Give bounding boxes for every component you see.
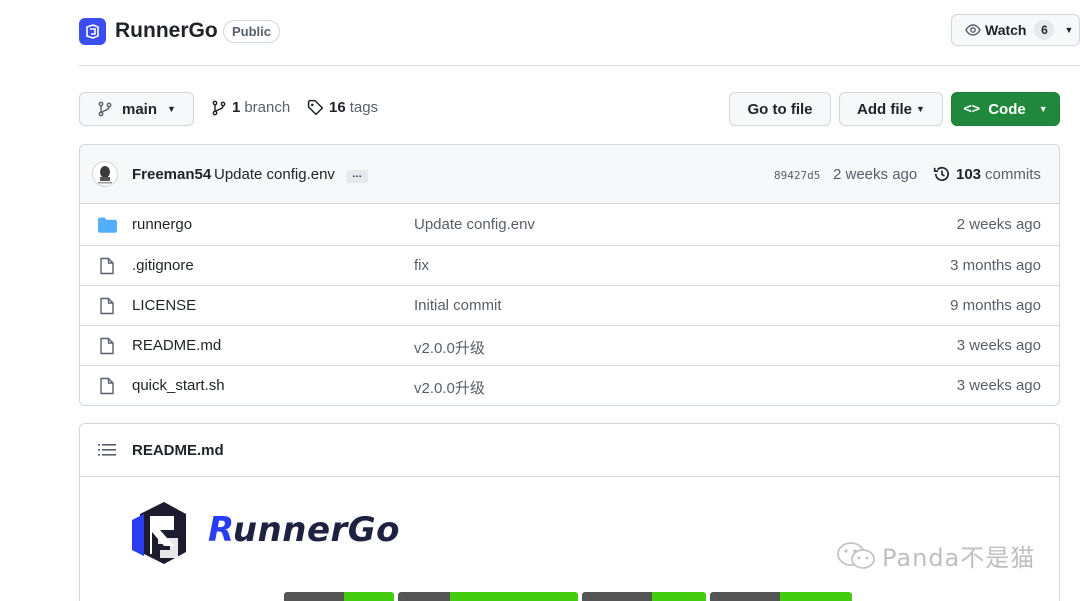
- brand-wordmark: RunnerGo: [208, 510, 400, 550]
- brand-rest: unnerGo: [232, 510, 401, 550]
- file-name-link[interactable]: runnergo: [132, 216, 192, 233]
- file-row[interactable]: .gitignore fix 3 months ago: [80, 245, 1059, 285]
- file-name-link[interactable]: .gitignore: [132, 257, 194, 274]
- file-time: 9 months ago: [950, 297, 1041, 314]
- readme-title[interactable]: README.md: [132, 442, 224, 459]
- file-name-link[interactable]: README.md: [132, 337, 221, 354]
- readme-badge[interactable]: [582, 592, 706, 601]
- file-time: 2 weeks ago: [956, 216, 1041, 233]
- add-file-button[interactable]: Add file ▼: [839, 92, 943, 126]
- wechat-icon: [836, 541, 876, 571]
- history-icon: [933, 165, 951, 183]
- tag-icon: [307, 99, 324, 116]
- tag-label: tags: [349, 99, 379, 116]
- file-time: 3 weeks ago: [956, 337, 1041, 354]
- tags-link[interactable]: 16 tags: [307, 99, 378, 116]
- file-list: Freeman54 Update config.env … 89427d5 2 …: [79, 144, 1060, 406]
- tag-count: 16: [329, 99, 346, 116]
- commit-time: 2 weeks ago: [833, 166, 918, 183]
- commit-label: commits: [985, 165, 1041, 183]
- branch-label: branch: [244, 99, 291, 116]
- commit-message-link[interactable]: Update config.env: [214, 166, 335, 183]
- folder-icon: [97, 216, 117, 234]
- file-commit-link[interactable]: fix: [414, 257, 429, 274]
- file-commit-link[interactable]: v2.0.0升级: [414, 337, 485, 358]
- readme-badge[interactable]: [284, 592, 394, 601]
- file-commit-link[interactable]: Update config.env: [414, 216, 535, 233]
- file-commit-link[interactable]: Initial commit: [414, 297, 502, 314]
- file-row[interactable]: quick_start.sh v2.0.0升级 3 weeks ago: [80, 365, 1059, 405]
- repo-name-link[interactable]: RunnerGo: [115, 19, 218, 43]
- code-icon: <>: [963, 101, 981, 117]
- git-branch-icon: [97, 101, 113, 117]
- branch-count: 1: [232, 99, 241, 116]
- eye-icon: [965, 22, 981, 38]
- chevron-down-icon: ▼: [916, 104, 925, 114]
- chevron-down-icon: ▼: [1038, 104, 1048, 114]
- go-to-file-button[interactable]: Go to file: [729, 92, 831, 126]
- watch-button[interactable]: Watch 6 ▼: [951, 14, 1080, 46]
- readme-header: README.md: [80, 424, 1059, 477]
- commit-sha-link[interactable]: 89427d5: [774, 169, 820, 182]
- readme-badge[interactable]: [710, 592, 852, 601]
- code-button[interactable]: <> Code ▼: [951, 92, 1060, 126]
- file-name-link[interactable]: LICENSE: [132, 297, 196, 314]
- file-icon: [97, 257, 117, 275]
- file-row[interactable]: LICENSE Initial commit 9 months ago: [80, 285, 1059, 325]
- file-commit-link[interactable]: v2.0.0升级: [414, 377, 485, 398]
- repo-avatar-icon[interactable]: [79, 18, 106, 45]
- chevron-down-icon: ▼: [167, 104, 176, 114]
- file-icon: [97, 297, 117, 315]
- visibility-badge: Public: [223, 20, 281, 43]
- git-branch-icon: [211, 100, 227, 116]
- file-time: 3 weeks ago: [956, 377, 1041, 394]
- list-icon[interactable]: [98, 443, 116, 457]
- expand-commit-button[interactable]: …: [346, 170, 368, 183]
- watch-label: Watch: [985, 22, 1027, 38]
- file-time: 3 months ago: [950, 257, 1041, 274]
- file-name-link[interactable]: quick_start.sh: [132, 377, 225, 394]
- brand-initial: R: [208, 510, 233, 550]
- author-avatar[interactable]: [92, 161, 118, 187]
- readme-badges: [284, 592, 852, 601]
- file-row[interactable]: runnergo Update config.env 2 weeks ago: [80, 205, 1059, 245]
- latest-commit-bar: Freeman54 Update config.env … 89427d5 2 …: [80, 145, 1059, 204]
- add-file-label: Add file: [857, 100, 913, 118]
- go-to-file-label: Go to file: [747, 100, 813, 118]
- chevron-down-icon: ▼: [1064, 25, 1074, 35]
- watermark-text: Panda不是猫: [882, 544, 1036, 572]
- commit-author-link[interactable]: Freeman54: [132, 166, 211, 183]
- branch-select-button[interactable]: main ▼: [79, 92, 194, 126]
- runnergo-logo-icon: [132, 502, 186, 564]
- readme-panel: README.md RunnerGo: [79, 423, 1060, 601]
- watch-count: 6: [1034, 20, 1055, 40]
- commits-history-link[interactable]: 103 commits: [933, 165, 1041, 183]
- header-divider: [79, 65, 1080, 66]
- watermark: Panda不是猫: [836, 538, 1035, 573]
- file-icon: [97, 337, 117, 355]
- code-label: Code: [988, 100, 1026, 118]
- repo-header: RunnerGo Public Watch 6 ▼: [0, 0, 1080, 66]
- branches-link[interactable]: 1 branch: [211, 99, 290, 116]
- file-icon: [97, 377, 117, 395]
- commit-count: 103: [956, 165, 982, 183]
- file-row[interactable]: README.md v2.0.0升级 3 weeks ago: [80, 325, 1059, 365]
- branch-name: main: [122, 100, 158, 118]
- readme-badge[interactable]: [398, 592, 578, 601]
